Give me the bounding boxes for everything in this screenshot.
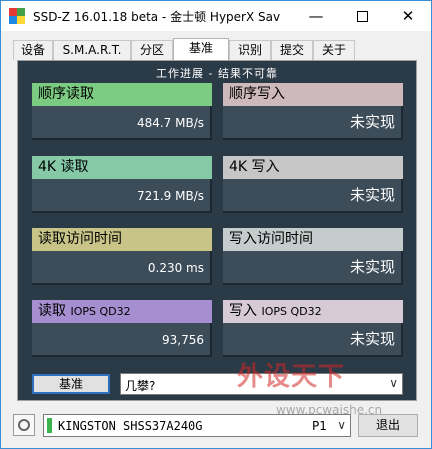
access-write-tile: 写入访问时间 未实现 (223, 228, 403, 285)
iops-write-label: 写入 IOPS QD32 (223, 300, 403, 323)
drive-port: P1 (312, 419, 327, 433)
access-write-label: 写入访问时间 (223, 228, 403, 251)
chevron-down-icon: ∨ (337, 418, 346, 432)
drive-status-led (47, 418, 52, 433)
exit-button[interactable]: 退出 (358, 414, 418, 437)
title-bar[interactable]: SSD-Z 16.01.18 beta - 金士顿 HyperX Sav — ✕ (1, 1, 431, 31)
access-write-value: 未实现 (223, 251, 403, 285)
benchmark-button[interactable]: 基准 (32, 374, 110, 394)
drive-name: KINGSTON SHSS37A240G (58, 419, 203, 433)
drive-select[interactable]: KINGSTON SHSS37A240G P1 ∨ (43, 414, 351, 437)
chevron-down-icon: ∨ (389, 376, 398, 390)
maximize-icon (356, 11, 368, 22)
seq-read-tile: 顺序读取 484.7 MB/s (32, 83, 212, 140)
iops-write-label-qd: IOPS QD32 (261, 305, 322, 318)
4k-write-value: 未实现 (223, 179, 403, 213)
app-logo-icon (9, 8, 25, 24)
access-read-label: 读取访问时间 (32, 228, 212, 251)
iops-read-label-qd: IOPS QD32 (70, 305, 131, 318)
4k-read-tile: 4K 读取 721.9 MB/s (32, 156, 212, 213)
iops-read-label-main: 读取 (38, 303, 66, 319)
access-read-value: 0.230 ms (32, 251, 212, 285)
drive-refresh-icon[interactable] (13, 414, 35, 436)
4k-read-value: 721.9 MB/s (32, 179, 212, 213)
seq-read-label: 顺序读取 (32, 83, 212, 106)
seq-write-label: 顺序写入 (223, 83, 403, 106)
tab-smart[interactable]: S.M.A.R.T. (53, 40, 131, 60)
tab-device[interactable]: 设备 (13, 40, 53, 60)
seq-write-value: 未实现 (223, 106, 403, 140)
tab-identify[interactable]: 识别 (229, 40, 271, 60)
minimize-button[interactable]: — (293, 1, 339, 31)
window-title: SSD-Z 16.01.18 beta - 金士顿 HyperX Sav (33, 10, 281, 24)
maximize-button[interactable] (339, 1, 385, 31)
tab-submit[interactable]: 提交 (271, 40, 313, 60)
seq-write-tile: 顺序写入 未实现 (223, 83, 403, 140)
access-read-tile: 读取访问时间 0.230 ms (32, 228, 212, 285)
test-size-value: 几攀? (125, 379, 156, 393)
app-window: SSD-Z 16.01.18 beta - 金士顿 HyperX Sav — ✕… (0, 0, 432, 449)
close-button[interactable]: ✕ (385, 1, 431, 31)
iops-read-label: 读取 IOPS QD32 (32, 300, 212, 323)
watermark-logo: 外设天下 (237, 362, 346, 392)
iops-write-value: 未实现 (223, 323, 403, 357)
tab-partition[interactable]: 分区 (131, 40, 173, 60)
panel-status-header: 工作进展 - 结果不可靠 (156, 67, 278, 80)
iops-read-value: 93,756 (32, 323, 212, 357)
4k-write-tile: 4K 写入 未实现 (223, 156, 403, 213)
4k-read-label: 4K 读取 (32, 156, 212, 179)
4k-write-label: 4K 写入 (223, 156, 403, 179)
tab-benchmark[interactable]: 基准 (173, 38, 229, 61)
iops-write-label-main: 写入 (229, 303, 257, 319)
benchmark-panel: 工作进展 - 结果不可靠 顺序读取 484.7 MB/s 顺序写入 未实现 4K… (17, 60, 417, 401)
iops-read-tile: 读取 IOPS QD32 93,756 (32, 300, 212, 357)
tab-about[interactable]: 关于 (313, 40, 355, 60)
seq-read-value: 484.7 MB/s (32, 106, 212, 140)
iops-write-tile: 写入 IOPS QD32 未实现 (223, 300, 403, 357)
